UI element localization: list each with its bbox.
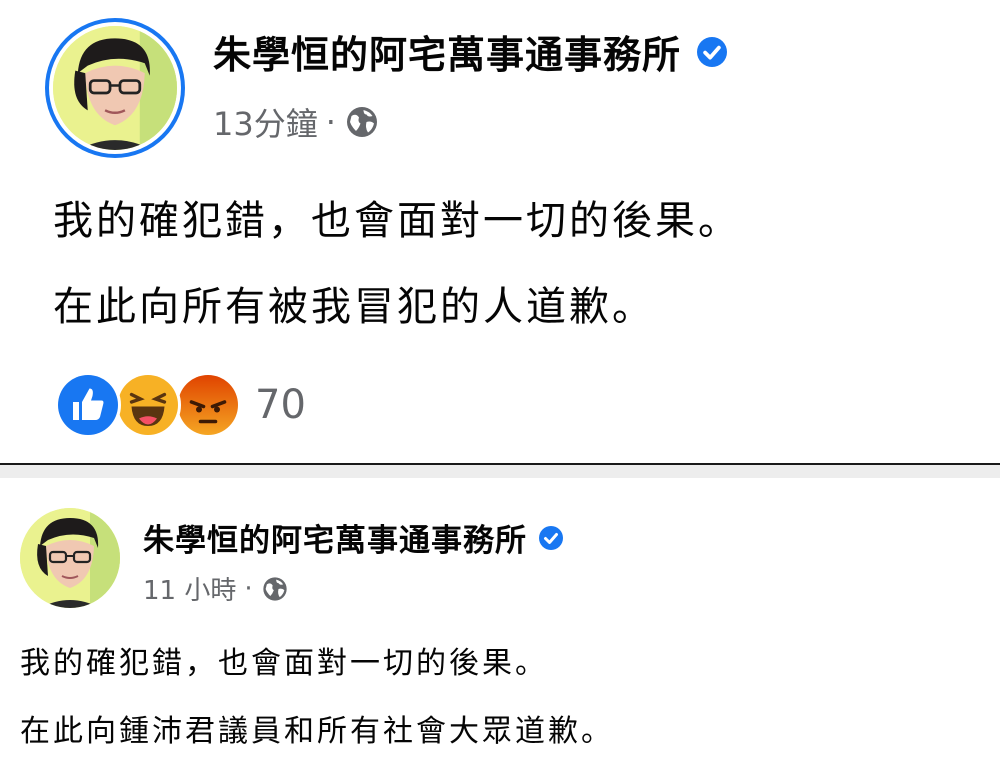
post-original: 朱學恒的阿宅萬事通事務所 11 小時 · 我的確犯錯，也會面對一切的後果。 在此… — [0, 478, 1000, 765]
page-avatar[interactable] — [20, 508, 120, 608]
page-name-text[interactable]: 朱學恒的阿宅萬事通事務所 — [143, 515, 527, 560]
reaction-count[interactable]: 70 — [255, 382, 306, 428]
angry-icon — [175, 372, 241, 438]
globe-icon[interactable] — [261, 575, 289, 603]
post-text-line-2: 在此向所有被我冒犯的人道歉。 — [53, 284, 655, 330]
verified-badge-icon — [539, 525, 563, 550]
verified-badge-icon — [697, 36, 728, 67]
post-meta: 13分鐘 · — [213, 99, 380, 145]
post-meta: 11 小時 · — [143, 570, 289, 607]
page-name[interactable]: 朱學恒的阿宅萬事通事務所 — [143, 515, 563, 560]
avatar-portrait-icon — [53, 26, 177, 150]
like-icon — [55, 372, 121, 438]
page-avatar[interactable] — [53, 26, 177, 150]
post-text-line-1: 我的確犯錯，也會面對一切的後果。 — [20, 646, 548, 681]
page-name[interactable]: 朱學恒的阿宅萬事通事務所 — [213, 24, 728, 79]
post-current: 朱學恒的阿宅萬事通事務所 13分鐘 · 我的確犯錯，也會面對一切的後果。 在此向… — [0, 0, 1000, 463]
avatar-portrait-icon — [20, 508, 120, 608]
meta-separator: · — [325, 103, 336, 141]
meta-separator: · — [244, 573, 253, 604]
post-text-line-2: 在此向鍾沛君議員和所有社會大眾道歉。 — [20, 714, 614, 749]
post-text-line-1: 我的確犯錯，也會面對一切的後果。 — [53, 198, 741, 244]
reaction-summary[interactable]: 70 — [55, 372, 306, 438]
globe-icon[interactable] — [344, 104, 380, 140]
post-timestamp[interactable]: 11 小時 — [143, 570, 236, 607]
post-timestamp[interactable]: 13分鐘 — [213, 99, 318, 145]
page-name-text[interactable]: 朱學恒的阿宅萬事通事務所 — [213, 24, 681, 79]
haha-icon — [115, 372, 181, 438]
divider-gap — [0, 465, 1000, 478]
